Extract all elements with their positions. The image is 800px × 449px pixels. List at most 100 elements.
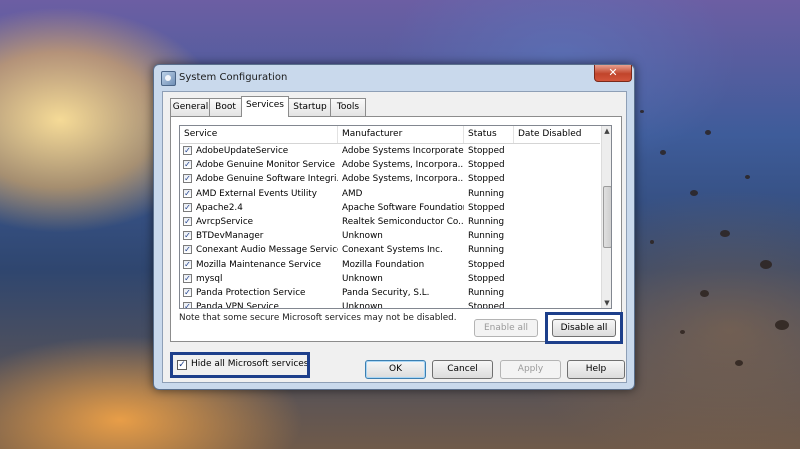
- service-checkbox[interactable]: ✓: [183, 231, 192, 241]
- manufacturer-cell: Unknown: [342, 302, 383, 309]
- date-disabled-cell: [518, 172, 598, 186]
- manufacturer-cell: Adobe Systems, Incorpora...: [342, 160, 464, 171]
- date-disabled-cell: [518, 300, 598, 308]
- tab-tools[interactable]: Tools: [330, 98, 366, 116]
- service-checkbox[interactable]: ✓: [183, 146, 192, 155]
- service-checkbox[interactable]: ✓: [183, 259, 192, 269]
- tab-general[interactable]: General: [170, 98, 211, 116]
- date-disabled-cell: [518, 201, 598, 215]
- date-disabled-cell: [518, 158, 598, 172]
- enable-all-button[interactable]: Enable all: [474, 319, 538, 337]
- close-button[interactable]: ✕: [594, 65, 632, 82]
- service-name-cell: mysql: [196, 273, 223, 284]
- scroll-up-icon[interactable]: ▲: [602, 126, 611, 136]
- cancel-button[interactable]: Cancel: [432, 360, 493, 379]
- system-configuration-icon: [161, 71, 176, 86]
- tab-boot[interactable]: Boot: [209, 98, 242, 116]
- table-row[interactable]: ✓ Panda Protection Service Panda Security,…: [180, 286, 600, 300]
- status-cell: Stopped: [468, 259, 505, 270]
- window-title: System Configuration: [179, 72, 288, 83]
- scrollbar-thumb[interactable]: [603, 186, 611, 248]
- date-disabled-cell: [518, 187, 598, 201]
- service-checkbox[interactable]: ✓: [183, 174, 192, 184]
- status-cell: Running: [468, 288, 505, 298]
- manufacturer-cell: Adobe Systems, Incorpora...: [342, 174, 464, 185]
- manufacturer-cell: Panda Security, S.L.: [342, 288, 430, 298]
- help-button[interactable]: Help: [567, 360, 625, 379]
- service-name-cell: BTDevManager: [196, 231, 264, 242]
- service-name-cell: Mozilla Maintenance Service: [196, 259, 322, 270]
- status-cell: Stopped: [468, 160, 505, 171]
- column-header-manufacturer[interactable]: Manufacturer: [338, 126, 464, 143]
- service-name-cell: Adobe Genuine Monitor Service: [196, 160, 335, 171]
- ok-button[interactable]: OK: [365, 360, 426, 379]
- service-checkbox[interactable]: ✓: [183, 217, 192, 226]
- status-cell: Running: [468, 231, 505, 242]
- manufacturer-cell: Unknown: [342, 273, 383, 284]
- service-name-cell: AdobeUpdateService: [196, 146, 289, 156]
- manufacturer-cell: Conexant Systems Inc.: [342, 245, 443, 256]
- status-cell: Stopped: [468, 202, 505, 213]
- disable-all-highlight: [545, 312, 623, 344]
- table-row[interactable]: ✓ AvrcpService Realtek Semiconductor Co...…: [180, 215, 600, 229]
- system-configuration-window: System Configuration ✕ General Boot Serv…: [153, 64, 635, 390]
- date-disabled-cell: [518, 272, 598, 286]
- service-checkbox[interactable]: ✓: [183, 288, 192, 297]
- status-cell: Running: [468, 188, 505, 199]
- service-checkbox[interactable]: ✓: [183, 160, 192, 170]
- service-name-cell: AMD External Events Utility: [196, 188, 317, 199]
- service-name-cell: Apache2.4: [196, 202, 243, 213]
- scroll-down-icon[interactable]: ▼: [602, 298, 611, 308]
- manufacturer-cell: Apache Software Foundation: [342, 202, 464, 213]
- date-disabled-cell: [518, 229, 598, 243]
- apply-button[interactable]: Apply: [500, 360, 561, 379]
- table-row[interactable]: ✓ BTDevManager Unknown Running: [180, 229, 600, 243]
- table-row[interactable]: ✓ AMD External Events Utility AMD Running: [180, 187, 600, 201]
- table-row[interactable]: ✓ Apache2.4 Apache Software Foundation Stop…: [180, 201, 600, 215]
- table-row[interactable]: ✓ Panda VPN Service Unknown Stopped: [180, 300, 600, 309]
- service-checkbox[interactable]: ✓: [183, 273, 192, 283]
- manufacturer-cell: Unknown: [342, 231, 383, 242]
- secure-services-note: Note that some secure Microsoft services…: [179, 313, 457, 323]
- service-name-cell: Panda Protection Service: [196, 288, 306, 298]
- table-row[interactable]: ✓ Mozilla Maintenance Service Mozilla Foun…: [180, 258, 600, 272]
- close-icon: ✕: [608, 66, 618, 79]
- tab-services[interactable]: Services: [241, 96, 289, 117]
- service-name-cell: AvrcpService: [196, 217, 254, 227]
- status-cell: Stopped: [468, 146, 505, 156]
- manufacturer-cell: Adobe Systems Incorporated: [342, 146, 464, 156]
- hide-microsoft-services-highlight: [170, 352, 310, 378]
- date-disabled-cell: [518, 243, 598, 257]
- service-name-cell: Conexant Audio Message Service: [196, 245, 338, 256]
- column-header-status[interactable]: Status: [464, 126, 514, 143]
- service-name-cell: Adobe Genuine Software Integri...: [196, 174, 338, 185]
- date-disabled-cell: [518, 286, 598, 300]
- vertical-scrollbar[interactable]: ▲ ▼: [601, 126, 611, 308]
- dialog-body: General Boot Services Startup Tools Serv…: [162, 91, 627, 383]
- table-row[interactable]: ✓ Adobe Genuine Software Integri... Adobe …: [180, 172, 600, 186]
- status-cell: Stopped: [468, 302, 505, 309]
- status-cell: Stopped: [468, 174, 505, 185]
- table-row[interactable]: ✓ Conexant Audio Message Service Conexant …: [180, 243, 600, 257]
- service-checkbox[interactable]: ✓: [183, 202, 192, 212]
- service-checkbox[interactable]: ✓: [183, 188, 192, 198]
- services-list-header: Service Manufacturer Status Date Disable…: [180, 126, 600, 144]
- column-header-date-disabled[interactable]: Date Disabled: [514, 126, 600, 143]
- status-cell: Running: [468, 217, 505, 227]
- status-cell: Running: [468, 245, 505, 256]
- manufacturer-cell: AMD: [342, 188, 363, 199]
- tab-startup[interactable]: Startup: [288, 98, 332, 116]
- service-checkbox[interactable]: ✓: [183, 245, 192, 255]
- table-row[interactable]: ✓ Adobe Genuine Monitor Service Adobe Syst…: [180, 158, 600, 172]
- table-row[interactable]: ✓ AdobeUpdateService Adobe Systems Incorpo…: [180, 144, 600, 158]
- status-cell: Stopped: [468, 273, 505, 284]
- table-row[interactable]: ✓ mysql Unknown Stopped: [180, 272, 600, 286]
- date-disabled-cell: [518, 144, 598, 158]
- service-name-cell: Panda VPN Service: [196, 302, 279, 309]
- column-header-service[interactable]: Service: [180, 126, 338, 143]
- services-list[interactable]: Service Manufacturer Status Date Disable…: [179, 125, 612, 309]
- date-disabled-cell: [518, 258, 598, 272]
- title-bar[interactable]: System Configuration ✕: [154, 65, 634, 91]
- service-checkbox[interactable]: ✓: [183, 302, 192, 308]
- services-tab-panel: Service Manufacturer Status Date Disable…: [170, 116, 623, 344]
